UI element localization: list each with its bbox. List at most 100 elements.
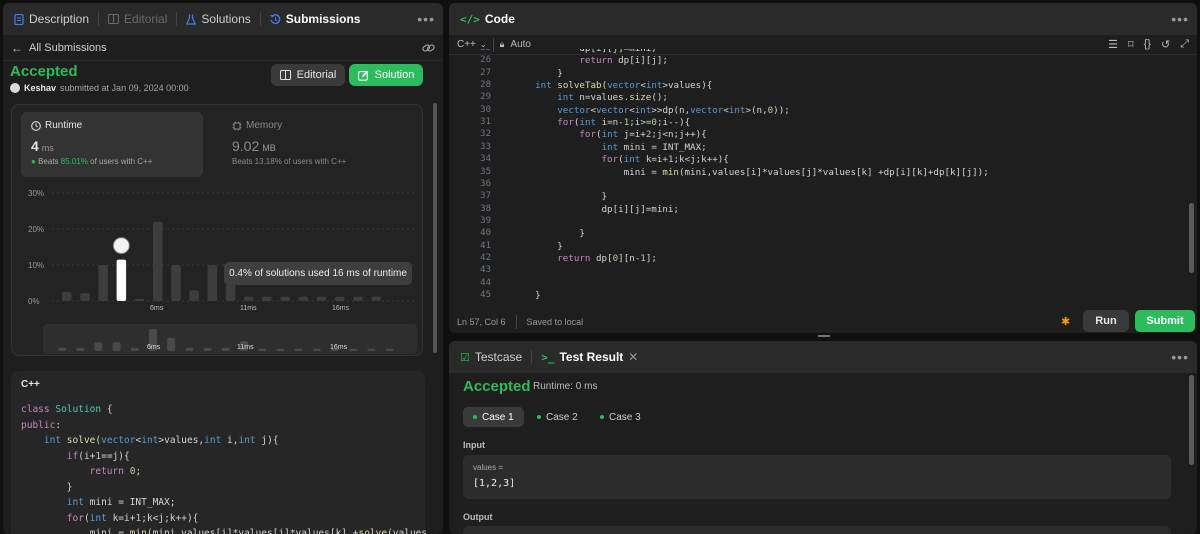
more-icon[interactable]: ••• xyxy=(1171,11,1189,27)
run-button[interactable]: Run xyxy=(1083,310,1129,332)
case-tab-3[interactable]: Case 3 xyxy=(590,407,651,427)
line-number: 37 xyxy=(480,191,491,202)
memory-label: Memory xyxy=(246,120,283,131)
memory-card[interactable]: Memory 9.02 MB Beats 13.18% of users with… xyxy=(222,112,404,177)
line-number: 41 xyxy=(480,240,491,251)
case-tab-1[interactable]: Case 1 xyxy=(463,407,524,427)
submission-status: Accepted xyxy=(10,63,78,80)
code-line[interactable]: for(int k=i+1;k<j;k++){ xyxy=(513,154,729,165)
runtime-label-row: Runtime xyxy=(31,120,193,131)
history-icon xyxy=(269,13,281,24)
code-line[interactable]: int n=values.size(); xyxy=(513,92,668,103)
editor-scrollbar[interactable] xyxy=(1189,203,1194,273)
code-editor[interactable]: 25 dp[i][j]=mini; 26 return dp[i][j]; 27 }… xyxy=(449,49,1195,305)
back-arrow-icon[interactable]: ← xyxy=(11,41,23,55)
panel-resize-handle[interactable] xyxy=(818,335,830,337)
tab-editorial[interactable]: Editorial xyxy=(105,12,170,26)
line-number: 35 xyxy=(480,166,491,177)
test-result-panel: ☑ Testcase >_ Test Result ✕ ••• Accepted… xyxy=(449,341,1197,534)
runtime-bar[interactable] xyxy=(134,298,145,301)
link-icon[interactable] xyxy=(422,42,435,54)
tab-testcase[interactable]: ☑ Testcase xyxy=(457,350,525,364)
test-scrollbar[interactable] xyxy=(1189,375,1194,465)
code-line[interactable]: } xyxy=(513,241,563,252)
code-language: C++ xyxy=(21,379,40,390)
runtime-bar[interactable] xyxy=(189,290,199,301)
tab-submissions-label: Submissions xyxy=(285,12,361,26)
close-icon[interactable]: ✕ xyxy=(628,350,638,364)
avatar[interactable] xyxy=(10,83,20,93)
left-tabbar: Description Editorial Solutions Submissi… xyxy=(3,3,443,35)
runtime-bar[interactable] xyxy=(371,296,381,301)
runtime-label: Runtime xyxy=(45,120,83,131)
submit-button[interactable]: Submit xyxy=(1135,310,1195,332)
code-line[interactable]: dp[i][j]=mini; xyxy=(513,204,679,215)
checkbox-icon: ☑ xyxy=(460,351,470,364)
debug-bug-icon[interactable]: ✱ xyxy=(1061,315,1070,328)
trophy-icon: ● xyxy=(31,157,36,166)
editorial-button-label: Editorial xyxy=(296,69,337,81)
output-section-label: Output xyxy=(463,512,493,522)
input-value: [1,2,3] xyxy=(473,478,516,489)
chevron-down-icon: ⌄ xyxy=(479,40,487,49)
tab-solutions[interactable]: Solutions xyxy=(183,12,253,26)
more-icon[interactable]: ••• xyxy=(1171,349,1189,365)
code-line[interactable]: mini = min(mini,values[i]*values[j]*valu… xyxy=(513,167,989,178)
tab-code[interactable]: </> Code xyxy=(457,12,518,26)
code-line[interactable]: for(int i=n-1;i>=0;i--){ xyxy=(513,117,690,128)
runtime-bar[interactable] xyxy=(116,259,127,301)
runtime-bar[interactable] xyxy=(98,265,108,301)
tab-divider xyxy=(531,350,533,364)
submitter-name[interactable]: Keshav xyxy=(24,83,56,93)
code-line[interactable]: for(int j=i+2;j<n;j++){ xyxy=(513,129,706,140)
tab-test-result[interactable]: >_ Test Result ✕ xyxy=(538,350,641,364)
code-line[interactable]: vector<vector<int>>dp(n,vector<int>(n,0)… xyxy=(513,105,790,116)
code-line[interactable]: return dp[i][j]; xyxy=(513,55,668,66)
runtime-card[interactable]: Runtime 4 ms ● Beats 85.01% of users with… xyxy=(21,112,203,177)
runtime-value: 4 xyxy=(31,138,39,154)
more-icon[interactable]: ••• xyxy=(417,11,435,27)
tab-description[interactable]: Description xyxy=(11,12,92,26)
runtime-bar[interactable] xyxy=(353,296,363,301)
code-line[interactable]: } xyxy=(513,228,585,239)
runtime-bar[interactable] xyxy=(207,265,218,301)
overview-tick-label: 11ms xyxy=(237,344,254,351)
code-line[interactable]: } xyxy=(513,191,608,202)
runtime-bar[interactable] xyxy=(153,221,163,301)
tab-submissions[interactable]: Submissions xyxy=(267,12,364,26)
solution-button[interactable]: Solution xyxy=(349,64,423,86)
case-tab-2[interactable]: Case 2 xyxy=(527,407,588,427)
output-box xyxy=(463,526,1171,534)
code-line[interactable]: } xyxy=(513,290,541,301)
y-tick-label: 30% xyxy=(28,189,45,198)
runtime-bar[interactable] xyxy=(280,296,290,301)
runtime-bar[interactable] xyxy=(225,284,236,301)
runtime-bar[interactable] xyxy=(62,292,72,301)
code-line[interactable]: dp[i][j]=mini; xyxy=(513,49,656,54)
tab-solutions-label: Solutions xyxy=(201,12,251,26)
runtime-bar[interactable] xyxy=(171,265,181,301)
editorial-button[interactable]: Editorial xyxy=(271,64,345,86)
runtime-bar[interactable] xyxy=(262,296,272,301)
line-number: 31 xyxy=(480,117,491,128)
runtime-bar[interactable] xyxy=(80,293,90,301)
runtime-bar[interactable] xyxy=(335,296,345,301)
memory-unit: MB xyxy=(262,143,276,153)
pass-dot-icon xyxy=(473,415,477,419)
all-submissions-link[interactable]: All Submissions xyxy=(29,42,107,54)
left-scrollbar[interactable] xyxy=(433,103,437,353)
runtime-bar[interactable] xyxy=(316,296,327,301)
y-tick-label: 0% xyxy=(28,297,40,306)
chart-overview-scrubber[interactable] xyxy=(43,324,417,354)
input-name: values = xyxy=(473,463,504,472)
code-line[interactable]: int solveTab(vector<int>values){ xyxy=(513,80,712,91)
tab-code-label: Code xyxy=(484,12,515,26)
runtime-bar[interactable] xyxy=(298,296,309,301)
book-icon xyxy=(279,70,291,80)
runtime-bar[interactable] xyxy=(244,296,254,301)
code-line[interactable]: return dp[0][n-1]; xyxy=(513,253,657,264)
code-line[interactable]: int mini = INT_MAX; xyxy=(513,142,707,153)
code-line[interactable]: } xyxy=(513,68,563,79)
y-tick-label: 20% xyxy=(28,225,45,234)
x-tick-label: 6ms xyxy=(150,305,164,312)
